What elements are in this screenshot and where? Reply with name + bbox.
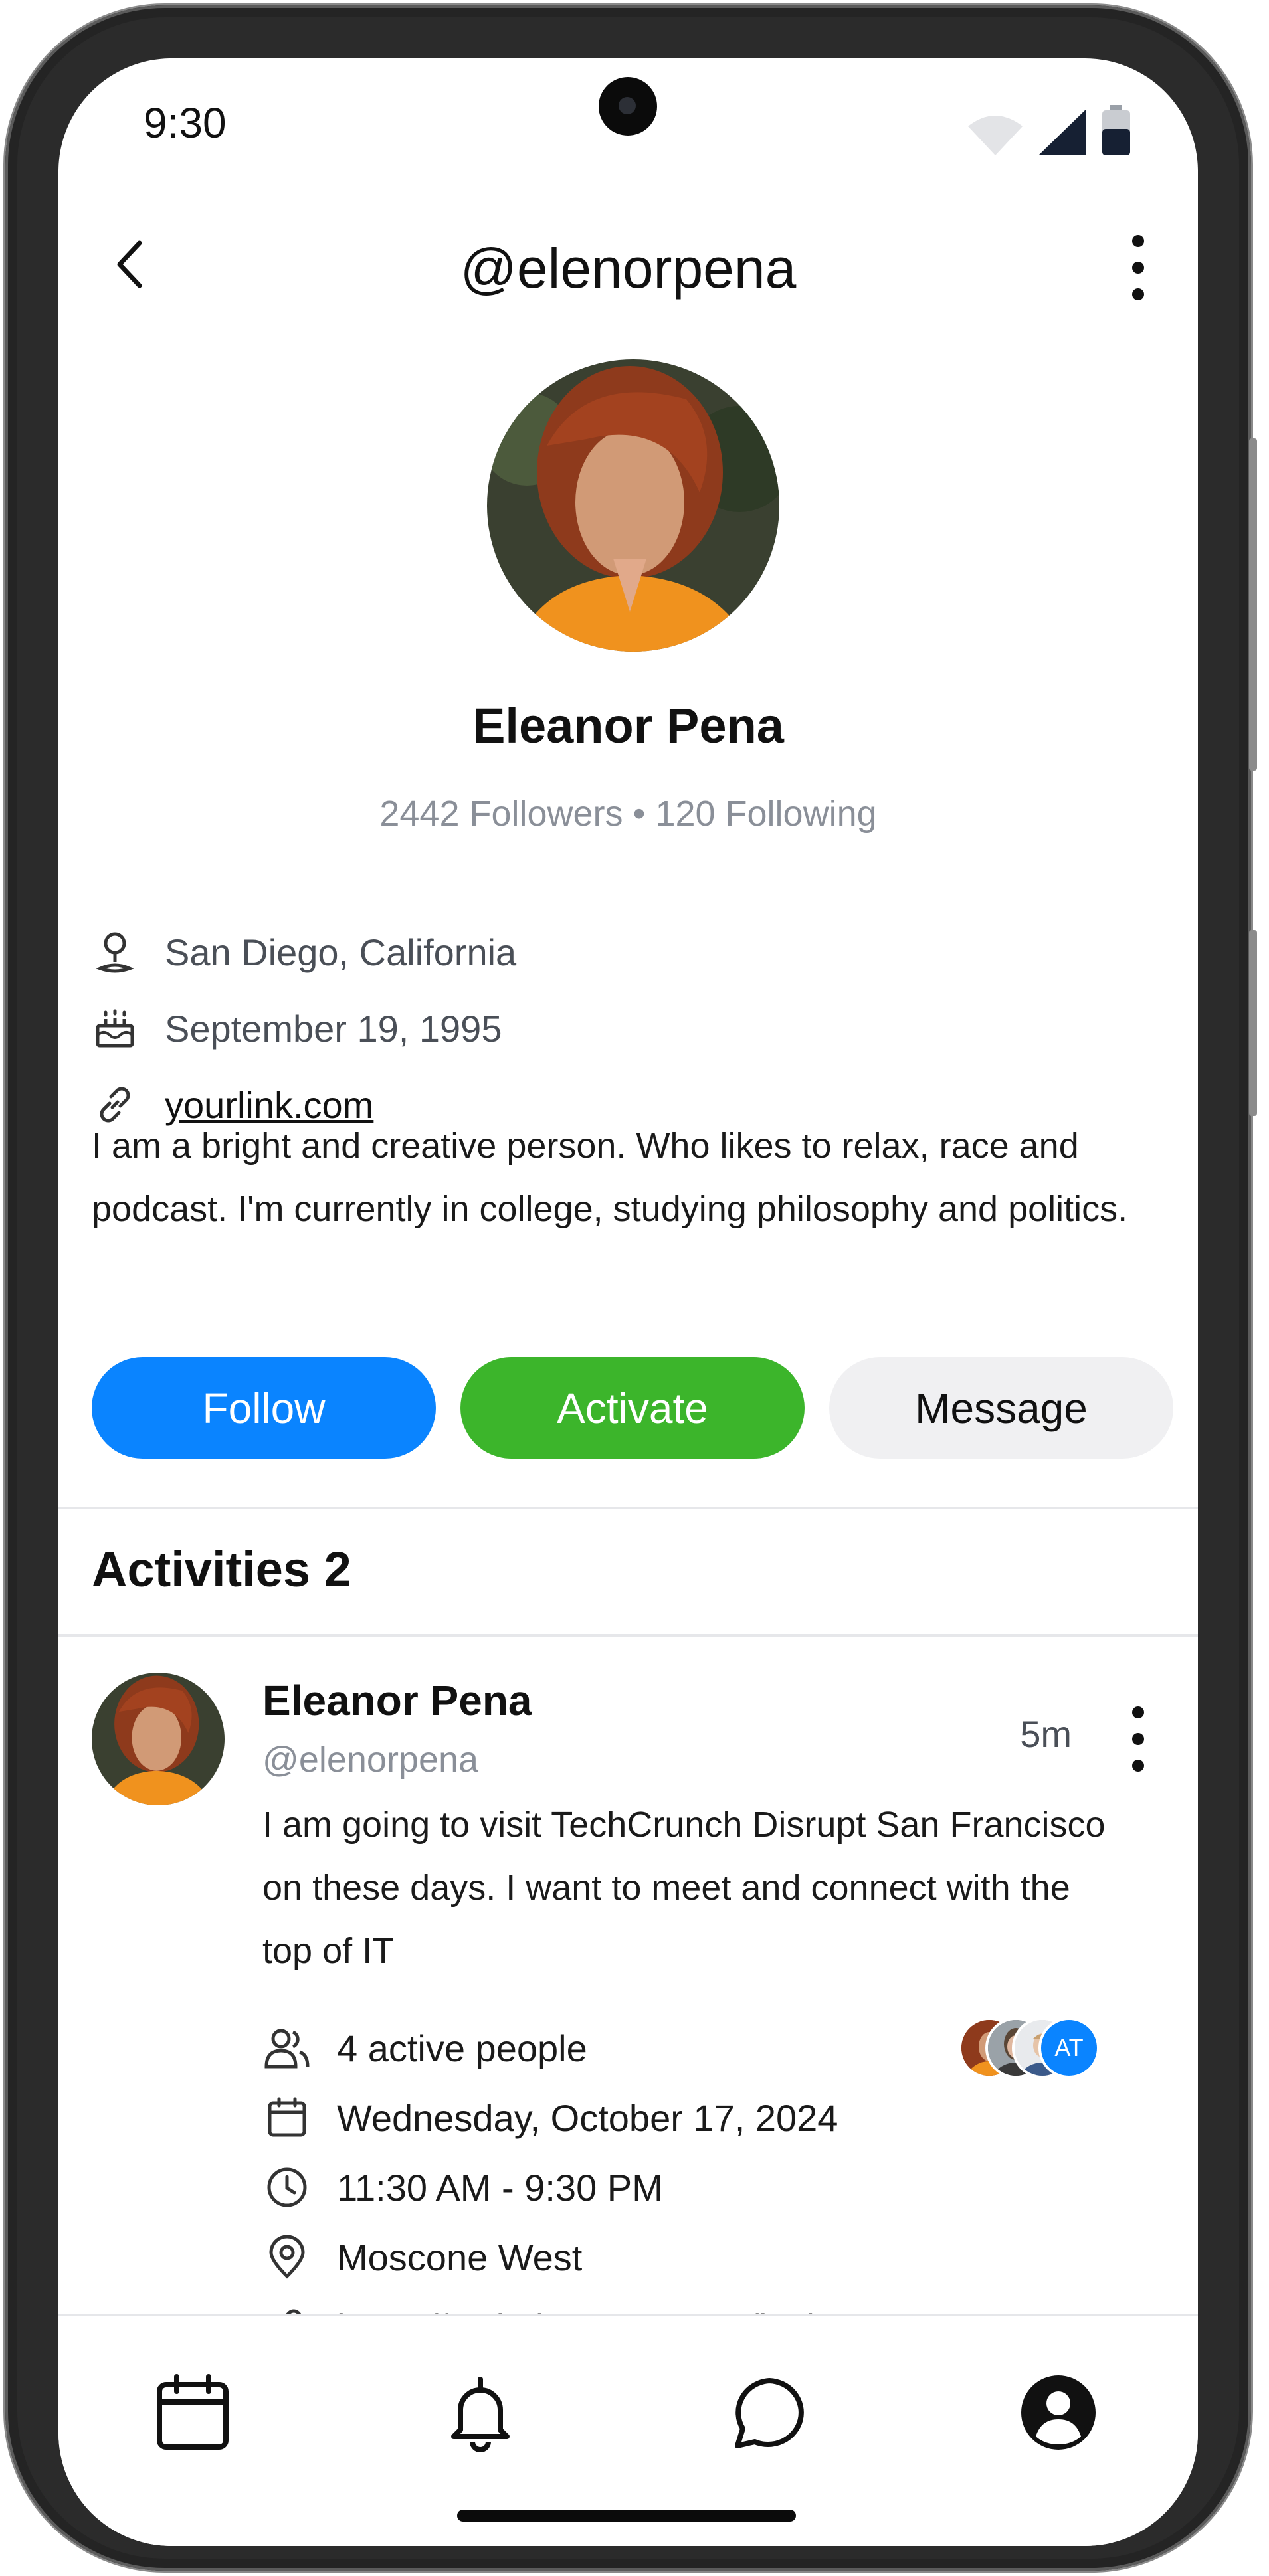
page-title: @elenorpena xyxy=(460,237,797,300)
more-vertical-icon xyxy=(1132,235,1144,300)
chat-icon xyxy=(735,2378,804,2448)
profile-icon xyxy=(1021,2375,1096,2450)
home-indicator[interactable] xyxy=(457,2510,796,2522)
birthday-text: September 19, 1995 xyxy=(165,1007,502,1050)
avatar-photo xyxy=(92,1673,225,1805)
activity-date-row: Wednesday, October 17, 2024 xyxy=(262,2088,838,2148)
activity-time: 5m xyxy=(1020,1713,1072,1755)
profile-name: Eleanor Pena xyxy=(472,698,784,753)
wifi-icon xyxy=(968,116,1023,155)
follower-stats[interactable]: 2442 Followers • 120 Following xyxy=(58,793,1198,834)
follow-button[interactable]: Follow xyxy=(92,1357,436,1459)
activity-avatar[interactable] xyxy=(92,1673,225,1805)
nav-messages[interactable] xyxy=(726,2369,813,2456)
profile-bio: I am a bright and creative person. Who l… xyxy=(92,1126,1128,1229)
side-button-power xyxy=(1249,930,1257,1116)
activity-text: I am going to visit TechCrunch Disrupt S… xyxy=(262,1805,1106,1971)
front-camera xyxy=(599,77,657,136)
profile-avatar[interactable] xyxy=(487,359,779,652)
phone-screen: 9:30 @elenorpena Eleanor Pena 2442 Follo… xyxy=(58,58,1198,2546)
divider xyxy=(58,1507,1198,1509)
activity-author-handle: @elenorpena xyxy=(262,1740,479,1780)
participants-avatars[interactable]: AT xyxy=(959,2015,1100,2081)
activity-place: Moscone West xyxy=(337,2236,583,2278)
more-vertical-icon xyxy=(1132,1706,1144,1772)
activity-author-name[interactable]: Eleanor Pena xyxy=(262,1676,532,1725)
status-time: 9:30 xyxy=(144,99,227,147)
message-button[interactable]: Message xyxy=(829,1357,1173,1459)
nav-profile[interactable] xyxy=(1015,2369,1102,2456)
activity-hours-row: 11:30 AM - 9:30 PM xyxy=(262,2158,663,2217)
cake-icon xyxy=(92,1005,138,1052)
activity-date: Wednesday, October 17, 2024 xyxy=(337,2096,838,2139)
calendar-icon xyxy=(262,2093,312,2142)
calendar-icon xyxy=(157,2374,229,2450)
more-options-button[interactable] xyxy=(1125,234,1151,301)
nav-notifications[interactable] xyxy=(437,2369,524,2456)
nav-calendar[interactable] xyxy=(149,2369,236,2456)
side-button-volume xyxy=(1249,438,1257,771)
status-icons xyxy=(967,105,1131,157)
activity-hours: 11:30 AM - 9:30 PM xyxy=(337,2166,663,2209)
activity-people-row: 4 active people xyxy=(262,2018,587,2078)
users-icon xyxy=(262,2023,312,2072)
activity-more-button[interactable] xyxy=(1125,1706,1151,1772)
battery-icon xyxy=(1102,105,1130,155)
signal-icon xyxy=(1038,109,1086,155)
location-text: San Diego, California xyxy=(165,931,517,973)
activity-place-row: Moscone West xyxy=(262,2227,582,2287)
birthday-row: September 19, 1995 xyxy=(92,998,502,1058)
people-count: 4 active people xyxy=(337,2027,587,2069)
activate-button[interactable]: Activate xyxy=(460,1357,805,1459)
participant-initials-avatar: AT xyxy=(1038,2017,1100,2078)
divider xyxy=(58,1634,1198,1637)
avatar-photo xyxy=(487,359,779,652)
location-pin-icon xyxy=(92,929,138,975)
activities-title: Activities 2 xyxy=(92,1542,351,1597)
location-row: San Diego, California xyxy=(92,922,516,982)
bell-icon xyxy=(451,2377,510,2452)
map-pin-icon xyxy=(262,2233,312,2282)
profile-header: @elenorpena xyxy=(58,218,1198,311)
clock-icon xyxy=(262,2163,312,2212)
